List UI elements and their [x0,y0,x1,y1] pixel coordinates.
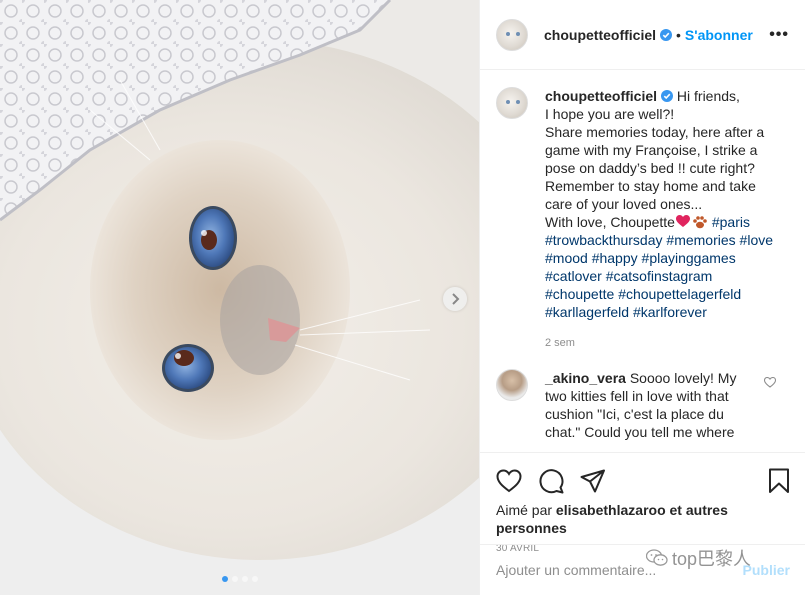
post-time[interactable]: 2 sem [545,337,790,349]
comments-section[interactable]: choupetteofficiel Hi friends, I hope you… [480,71,805,452]
comment-button[interactable] [538,468,564,494]
hashtag-link[interactable]: #memories [666,232,735,248]
hashtag-link[interactable]: #love [740,232,773,248]
more-options-icon[interactable]: ••• [769,26,789,44]
red-heart-emoji-icon [675,215,690,227]
hashtag-link[interactable]: #catlover [545,268,602,284]
hashtag-link[interactable]: #happy [592,250,638,266]
carousel-dot [231,576,238,582]
paw-emoji-icon [693,216,707,229]
caption-line: Share memories today, here after a game … [545,124,765,212]
hashtag-link[interactable]: #catsofinstagram [606,268,713,284]
caption-text: choupetteofficiel Hi friends, I hope you… [545,87,783,321]
caption-line: Hi friends, [676,88,740,104]
avatar[interactable] [496,18,528,51]
hashtag-link[interactable]: #choupette [545,286,614,302]
follow-button[interactable]: S'abonner [685,27,753,43]
publish-button[interactable]: Publier [743,562,790,578]
share-button[interactable] [580,469,606,493]
header-username[interactable]: choupetteofficiel [544,27,656,43]
hashtag-link[interactable]: #choupettelagerfeld [618,286,741,302]
post-photo[interactable] [0,0,479,595]
hashtag-link[interactable]: #karlforever [633,304,707,320]
action-icons [496,461,790,501]
carousel-indicator [0,576,479,582]
comment-username[interactable]: _akino_vera [545,370,626,386]
hashtag-link[interactable]: #playinggames [642,250,736,266]
carousel-dot [251,576,258,582]
caption: choupetteofficiel Hi friends, I hope you… [496,87,790,321]
likes-user[interactable]: elisabethlazaroo [556,502,666,518]
carousel-dot [221,576,228,582]
save-button[interactable] [768,468,790,494]
caption-line: With love, Choupette [545,214,675,230]
caption-username[interactable]: choupetteofficiel [545,88,657,104]
comment-icon [539,469,564,494]
share-icon [580,469,605,493]
hashtag-link[interactable]: #trowbackthursday [545,232,663,248]
verified-icon [660,28,673,41]
add-comment-bar: Publier [480,544,805,595]
comment-item: _akino_vera Soooo lovely! My two kitties… [496,369,790,441]
separator-dot: • [676,26,681,43]
hashtag-link[interactable]: #karllagerfeld [545,304,629,320]
post-header: choupetteofficiel • S'abonner ••• [480,0,805,70]
verified-icon [661,90,674,102]
bookmark-icon [769,468,789,493]
avatar[interactable] [496,87,528,119]
hashtag-link[interactable]: #mood [545,250,588,266]
small-heart-icon[interactable] [764,377,776,388]
avatar[interactable] [496,369,528,401]
post-side-panel: choupetteofficiel • S'abonner ••• choupe… [479,0,805,595]
carousel-dot [241,576,248,582]
comment-text: _akino_vera Soooo lovely! My two kitties… [545,369,755,441]
caption-line: I hope you are well?! [545,106,675,122]
likes-prefix: Aimé par [496,502,553,518]
post-actions: Aimé par elisabethlazaroo et autres pers… [480,452,805,554]
heart-icon [496,469,522,493]
like-button[interactable] [496,469,522,493]
likes-summary: Aimé par elisabethlazaroo et autres pers… [496,501,790,537]
chevron-right-icon [452,293,460,305]
comment-input[interactable] [496,562,743,578]
cat-photo-image [0,0,479,595]
next-slide-button[interactable] [443,287,467,311]
hashtag-link[interactable]: #paris [712,214,750,230]
